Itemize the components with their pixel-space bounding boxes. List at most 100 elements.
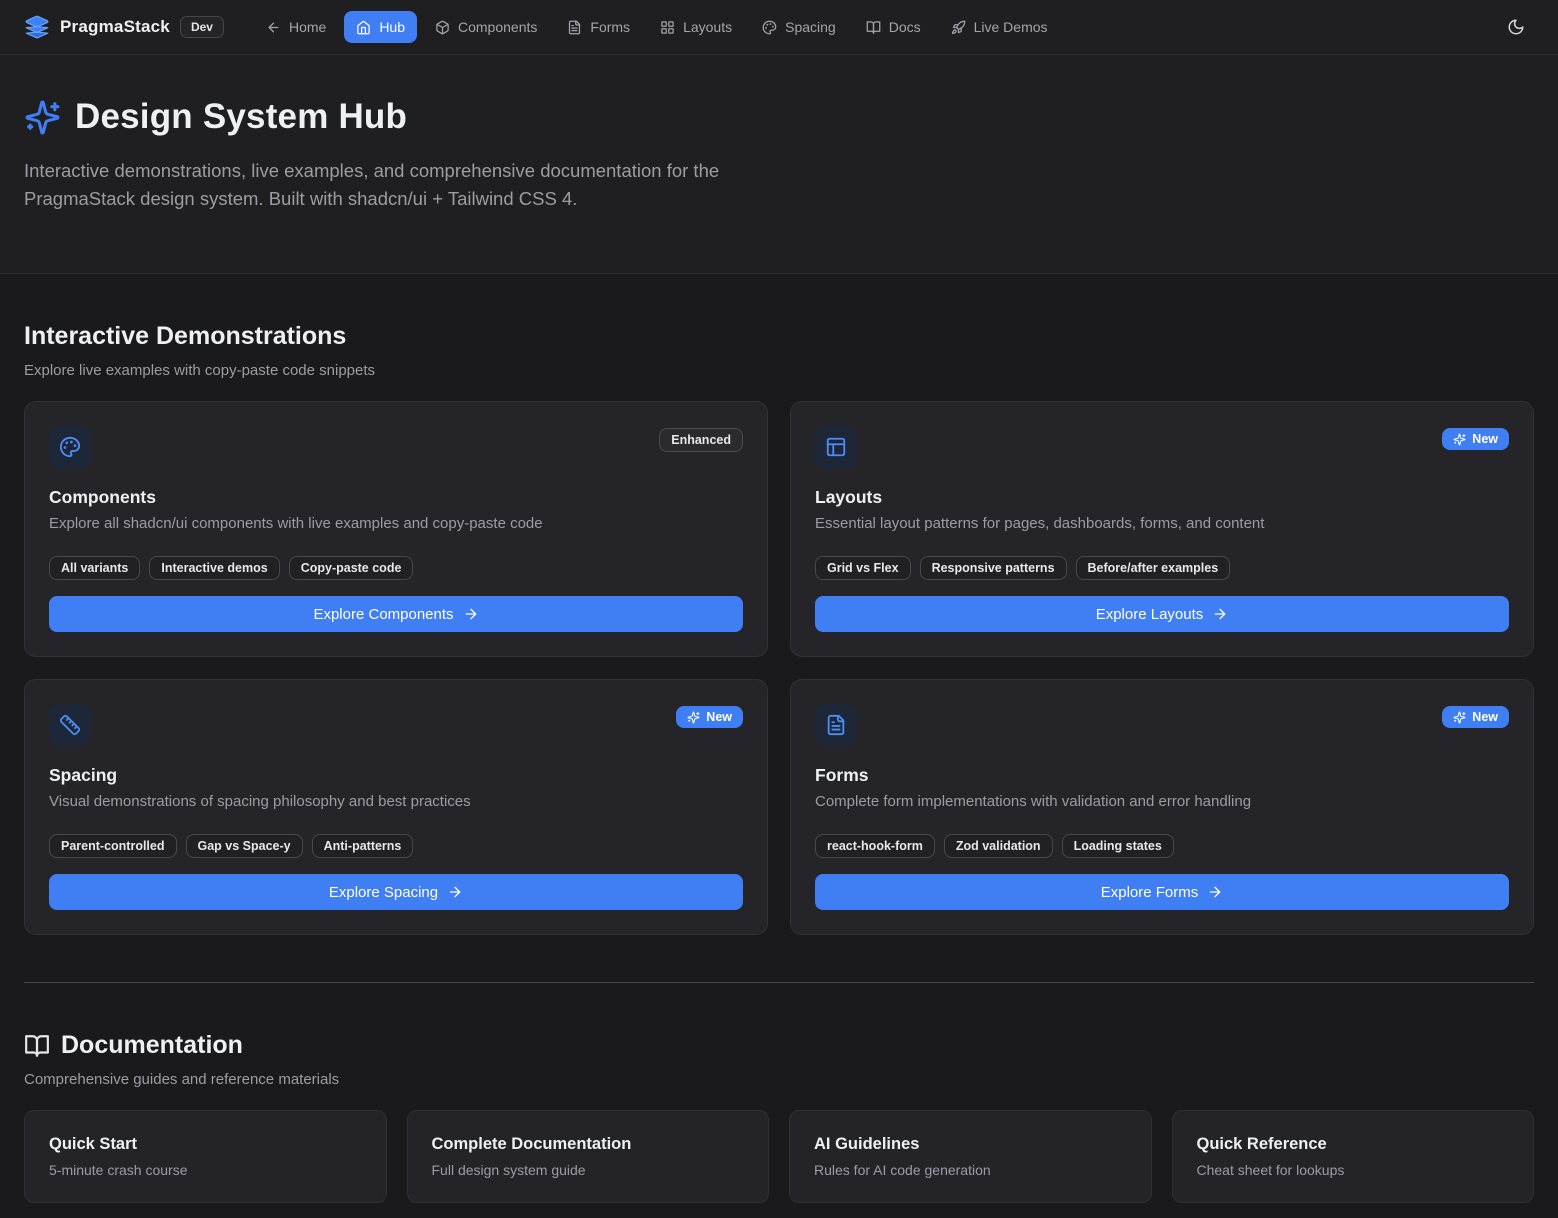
hero-section: Design System Hub Interactive demonstrat…	[0, 55, 1558, 274]
sparkles-icon	[24, 99, 61, 136]
card-title: Components	[49, 487, 743, 508]
button-label: Explore Components	[313, 606, 453, 623]
section-divider	[24, 982, 1534, 983]
brand[interactable]: PragmaStack Dev	[24, 14, 224, 40]
file-text-icon	[567, 20, 582, 35]
nav-item-label: Components	[458, 19, 537, 35]
nav-item-label: Home	[289, 19, 326, 35]
rocket-icon	[951, 20, 966, 35]
demos-section-header: Interactive Demonstrations Explore live …	[24, 322, 1534, 379]
button-label: Explore Layouts	[1096, 606, 1204, 623]
tag-row: All variants Interactive demos Copy-past…	[49, 556, 743, 580]
nav-item-spacing[interactable]: Spacing	[750, 11, 848, 43]
layers-logo-icon	[24, 14, 50, 40]
main-nav: Home Hub Components Forms Layouts Spacin…	[254, 11, 1060, 43]
top-navigation-bar: PragmaStack Dev Home Hub Components Form…	[0, 0, 1558, 55]
tag: Grid vs Flex	[815, 556, 911, 580]
nav-item-live-demos[interactable]: Live Demos	[939, 11, 1060, 43]
explore-components-button[interactable]: Explore Components	[49, 596, 743, 632]
sparkles-icon	[1453, 711, 1466, 724]
tag: Copy-paste code	[289, 556, 414, 580]
layout-grid-icon	[660, 20, 675, 35]
doc-card-description: 5-minute crash course	[49, 1162, 362, 1178]
tag-row: react-hook-form Zod validation Loading s…	[815, 834, 1509, 858]
doc-card-description: Rules for AI code generation	[814, 1162, 1127, 1178]
file-text-icon	[815, 704, 857, 746]
card-title: Layouts	[815, 487, 1509, 508]
docs-title-text: Documentation	[61, 1031, 243, 1060]
badge-label: New	[1472, 710, 1498, 724]
nav-item-label: Layouts	[683, 19, 732, 35]
palette-icon	[762, 20, 777, 35]
nav-item-home[interactable]: Home	[254, 11, 338, 43]
arrow-left-icon	[266, 20, 281, 35]
sparkles-icon	[687, 711, 700, 724]
new-badge: New	[676, 706, 743, 728]
docs-section-subtitle: Comprehensive guides and reference mater…	[24, 1071, 1534, 1088]
demo-card-forms: New Forms Complete form implementations …	[790, 679, 1534, 935]
enhanced-badge: Enhanced	[659, 428, 743, 452]
doc-card-title: Quick Reference	[1197, 1135, 1510, 1154]
badge-label: New	[706, 710, 732, 724]
nav-item-layouts[interactable]: Layouts	[648, 11, 744, 43]
demos-section-subtitle: Explore live examples with copy-paste co…	[24, 362, 1534, 379]
tag: Responsive patterns	[920, 556, 1067, 580]
card-description: Explore all shadcn/ui components with li…	[49, 515, 743, 532]
nav-item-components[interactable]: Components	[423, 11, 549, 43]
explore-spacing-button[interactable]: Explore Spacing	[49, 874, 743, 910]
tag: Before/after examples	[1076, 556, 1231, 580]
doc-card-title: AI Guidelines	[814, 1135, 1127, 1154]
env-badge: Dev	[180, 16, 224, 38]
button-label: Explore Spacing	[329, 884, 438, 901]
house-icon	[356, 20, 371, 35]
tag-row: Grid vs Flex Responsive patterns Before/…	[815, 556, 1509, 580]
main-content: Interactive Demonstrations Explore live …	[0, 322, 1558, 1203]
nav-item-hub[interactable]: Hub	[344, 11, 417, 43]
nav-item-label: Forms	[590, 19, 630, 35]
card-description: Essential layout patterns for pages, das…	[815, 515, 1509, 532]
tag: Parent-controlled	[49, 834, 177, 858]
brand-name: PragmaStack	[60, 17, 170, 37]
nav-item-label: Docs	[889, 19, 921, 35]
tag: Zod validation	[944, 834, 1053, 858]
doc-card-quick-start[interactable]: Quick Start 5-minute crash course	[24, 1110, 387, 1203]
demos-section-title: Interactive Demonstrations	[24, 322, 1534, 351]
arrow-right-icon	[447, 884, 463, 900]
doc-card-complete-documentation[interactable]: Complete Documentation Full design syste…	[407, 1110, 770, 1203]
demo-card-spacing: New Spacing Visual demonstrations of spa…	[24, 679, 768, 935]
arrow-right-icon	[1207, 884, 1223, 900]
tag: Gap vs Space-y	[186, 834, 303, 858]
nav-item-label: Live Demos	[974, 19, 1048, 35]
theme-toggle-button[interactable]	[1498, 9, 1534, 45]
explore-forms-button[interactable]: Explore Forms	[815, 874, 1509, 910]
doc-card-title: Quick Start	[49, 1135, 362, 1154]
tag: Interactive demos	[149, 556, 279, 580]
design-system-hub-page: PragmaStack Dev Home Hub Components Form…	[0, 0, 1558, 1218]
demo-card-layouts: New Layouts Essential layout patterns fo…	[790, 401, 1534, 657]
doc-card-title: Complete Documentation	[432, 1135, 745, 1154]
nav-item-forms[interactable]: Forms	[555, 11, 642, 43]
doc-card-description: Full design system guide	[432, 1162, 745, 1178]
explore-layouts-button[interactable]: Explore Layouts	[815, 596, 1509, 632]
tag: react-hook-form	[815, 834, 935, 858]
doc-card-ai-guidelines[interactable]: AI Guidelines Rules for AI code generati…	[789, 1110, 1152, 1203]
new-badge: New	[1442, 428, 1509, 450]
card-description: Visual demonstrations of spacing philoso…	[49, 793, 743, 810]
doc-card-quick-reference[interactable]: Quick Reference Cheat sheet for lookups	[1172, 1110, 1535, 1203]
arrow-right-icon	[463, 606, 479, 622]
sparkles-icon	[1453, 433, 1466, 446]
package-icon	[435, 20, 450, 35]
demo-card-components: Enhanced Components Explore all shadcn/u…	[24, 401, 768, 657]
nav-item-docs[interactable]: Docs	[854, 11, 933, 43]
tag: All variants	[49, 556, 140, 580]
book-open-icon	[24, 1033, 50, 1059]
nav-item-label: Spacing	[785, 19, 836, 35]
ruler-icon	[49, 704, 91, 746]
docs-card-grid: Quick Start 5-minute crash course Comple…	[24, 1110, 1534, 1203]
new-badge: New	[1442, 706, 1509, 728]
page-subtitle: Interactive demonstrations, live example…	[24, 157, 769, 213]
nav-item-label: Hub	[379, 19, 405, 35]
badge-label: New	[1472, 432, 1498, 446]
docs-section-title: Documentation	[24, 1031, 1534, 1060]
card-description: Complete form implementations with valid…	[815, 793, 1509, 810]
